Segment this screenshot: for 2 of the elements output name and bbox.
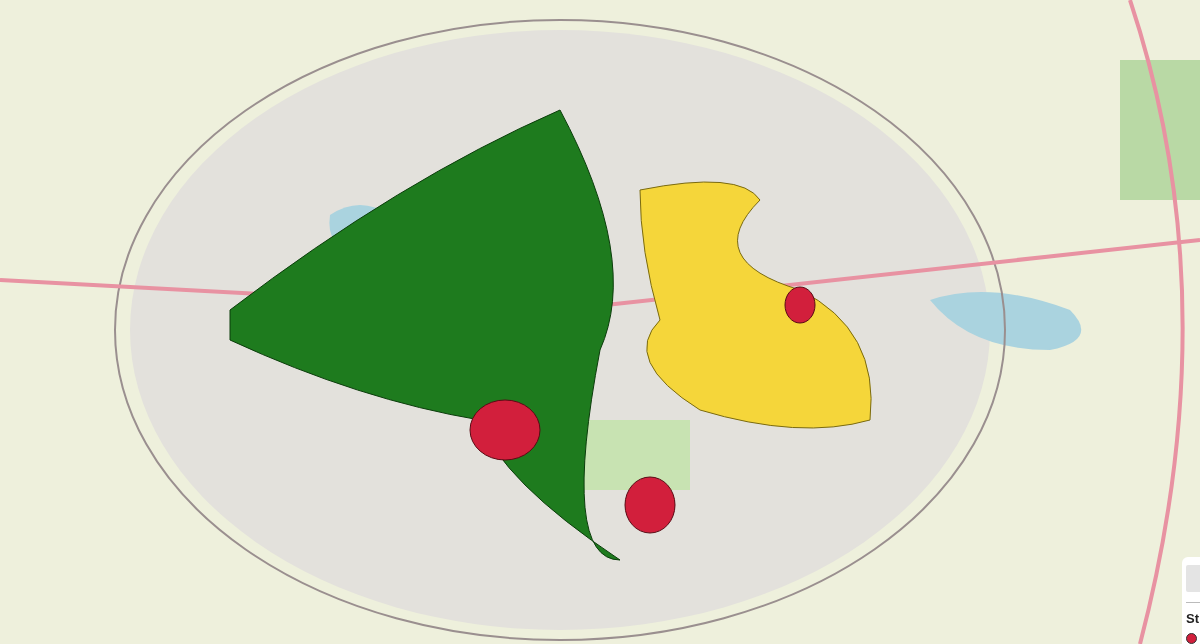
legend-title: St: [1186, 611, 1200, 627]
legend-toggle[interactable]: [1186, 565, 1200, 593]
